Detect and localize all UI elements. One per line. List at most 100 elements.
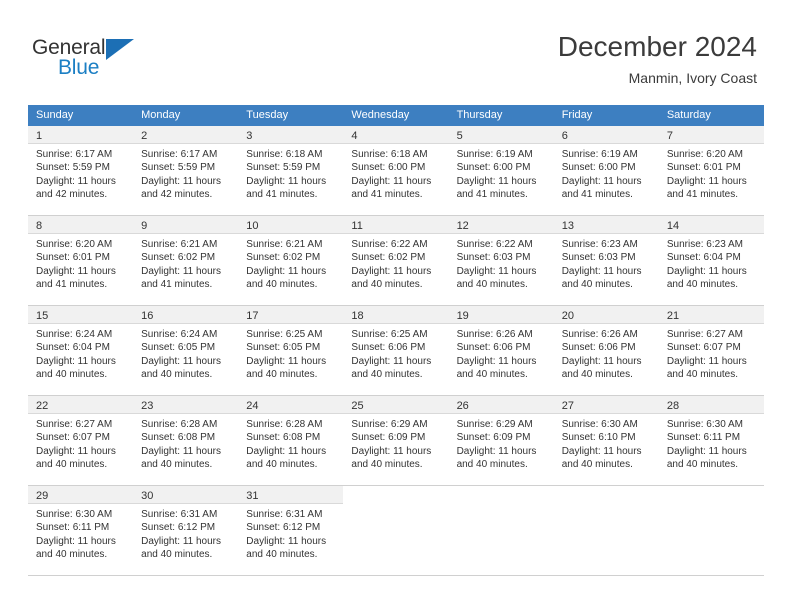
week-row: 15 Sunrise: 6:24 AM Sunset: 6:04 PM Dayl… bbox=[28, 306, 764, 396]
day-number: 11 bbox=[351, 220, 363, 232]
day-cell[interactable]: 28 Sunrise: 6:30 AM Sunset: 6:11 PM Dayl… bbox=[658, 396, 764, 485]
daylight-text-line2: and 40 minutes. bbox=[36, 549, 108, 561]
day-info: Sunrise: 6:17 AM Sunset: 5:59 PM Dayligh… bbox=[133, 144, 238, 202]
sunrise-text: Sunrise: 6:24 AM bbox=[36, 329, 113, 340]
day-number-band: 28 bbox=[658, 396, 764, 414]
daylight-text-line1: Daylight: 11 hours bbox=[666, 355, 747, 367]
daylight-text-line2: and 41 minutes. bbox=[36, 279, 108, 291]
sunset-text: Sunset: 6:00 PM bbox=[351, 162, 426, 174]
day-cell[interactable]: 19 Sunrise: 6:26 AM Sunset: 6:06 PM Dayl… bbox=[448, 306, 554, 395]
daylight-text-line1: Daylight: 11 hours bbox=[246, 175, 327, 187]
day-number-band bbox=[343, 486, 449, 504]
day-number-band: 26 bbox=[448, 396, 554, 414]
day-number: 30 bbox=[141, 490, 154, 502]
day-cell[interactable]: 3 Sunrise: 6:18 AM Sunset: 5:59 PM Dayli… bbox=[238, 126, 344, 215]
day-cell[interactable]: 9 Sunrise: 6:21 AM Sunset: 6:02 PM Dayli… bbox=[133, 216, 239, 305]
day-cell[interactable]: 25 Sunrise: 6:29 AM Sunset: 6:09 PM Dayl… bbox=[343, 396, 449, 485]
sunrise-text: Sunrise: 6:30 AM bbox=[666, 419, 743, 430]
sunset-text: Sunset: 6:08 PM bbox=[141, 432, 216, 444]
day-cell[interactable]: 6 Sunrise: 6:19 AM Sunset: 6:00 PM Dayli… bbox=[553, 126, 659, 215]
sunset-text: Sunset: 6:03 PM bbox=[561, 252, 636, 264]
day-info: Sunrise: 6:20 AM Sunset: 6:01 PM Dayligh… bbox=[28, 234, 133, 292]
sunrise-text: Sunrise: 6:29 AM bbox=[456, 419, 533, 430]
day-cell[interactable]: 20 Sunrise: 6:26 AM Sunset: 6:06 PM Dayl… bbox=[553, 306, 659, 395]
day-info: Sunrise: 6:28 AM Sunset: 6:08 PM Dayligh… bbox=[133, 414, 238, 472]
day-number-band: 30 bbox=[133, 486, 239, 504]
daylight-text-line1: Daylight: 11 hours bbox=[36, 175, 116, 187]
day-number: 19 bbox=[456, 310, 469, 322]
day-number: 7 bbox=[666, 130, 673, 142]
day-cell[interactable]: 2 Sunrise: 6:17 AM Sunset: 5:59 PM Dayli… bbox=[133, 126, 239, 215]
day-number: 10 bbox=[246, 220, 259, 232]
daylight-text-line1: Daylight: 11 hours bbox=[456, 265, 537, 277]
sunset-text: Sunset: 6:07 PM bbox=[666, 342, 741, 354]
day-info: Sunrise: 6:27 AM Sunset: 6:07 PM Dayligh… bbox=[28, 414, 133, 472]
day-number-band: 7 bbox=[658, 126, 764, 144]
daylight-text-line2: and 40 minutes. bbox=[666, 369, 739, 381]
sunrise-text: Sunrise: 6:17 AM bbox=[36, 149, 113, 160]
week-row: 29 Sunrise: 6:30 AM Sunset: 6:11 PM Dayl… bbox=[28, 486, 764, 576]
daylight-text-line2: and 40 minutes. bbox=[561, 459, 633, 471]
day-cell[interactable]: 12 Sunrise: 6:22 AM Sunset: 6:03 PM Dayl… bbox=[448, 216, 554, 305]
page-title: December 2024 bbox=[557, 31, 757, 62]
daylight-text-line2: and 40 minutes. bbox=[561, 279, 633, 291]
daylight-text-line1: Daylight: 11 hours bbox=[351, 265, 432, 277]
day-info: Sunrise: 6:26 AM Sunset: 6:06 PM Dayligh… bbox=[554, 324, 659, 382]
day-cell[interactable]: 24 Sunrise: 6:28 AM Sunset: 6:08 PM Dayl… bbox=[238, 396, 344, 485]
sunrise-text: Sunrise: 6:23 AM bbox=[666, 239, 743, 250]
day-number: 4 bbox=[351, 130, 358, 142]
sunrise-text: Sunrise: 6:18 AM bbox=[351, 149, 428, 160]
daylight-text-line1: Daylight: 11 hours bbox=[246, 445, 327, 457]
day-cell[interactable]: 10 Sunrise: 6:21 AM Sunset: 6:02 PM Dayl… bbox=[238, 216, 344, 305]
day-number-band: 18 bbox=[343, 306, 449, 324]
sunset-text: Sunset: 6:01 PM bbox=[666, 162, 741, 174]
daylight-text-line2: and 41 minutes. bbox=[141, 279, 213, 291]
weekday-header-tuesday: Tuesday bbox=[246, 109, 289, 121]
day-number: 17 bbox=[246, 310, 259, 322]
day-info: Sunrise: 6:29 AM Sunset: 6:09 PM Dayligh… bbox=[449, 414, 554, 472]
day-cell[interactable]: 17 Sunrise: 6:25 AM Sunset: 6:05 PM Dayl… bbox=[238, 306, 344, 395]
day-cell[interactable]: 4 Sunrise: 6:18 AM Sunset: 6:00 PM Dayli… bbox=[343, 126, 449, 215]
daylight-text-line1: Daylight: 11 hours bbox=[36, 265, 116, 277]
day-cell[interactable]: 22 Sunrise: 6:27 AM Sunset: 6:07 PM Dayl… bbox=[28, 396, 134, 485]
day-cell[interactable]: 23 Sunrise: 6:28 AM Sunset: 6:08 PM Dayl… bbox=[133, 396, 239, 485]
daylight-text-line1: Daylight: 11 hours bbox=[561, 175, 642, 187]
day-number: 2 bbox=[141, 130, 148, 142]
day-cell[interactable]: 30 Sunrise: 6:31 AM Sunset: 6:12 PM Dayl… bbox=[133, 486, 239, 575]
daylight-text-line2: and 41 minutes. bbox=[456, 189, 528, 201]
day-number: 8 bbox=[36, 220, 43, 232]
sunset-text: Sunset: 6:03 PM bbox=[456, 252, 531, 264]
daylight-text-line1: Daylight: 11 hours bbox=[36, 535, 116, 547]
day-cell[interactable]: 21 Sunrise: 6:27 AM Sunset: 6:07 PM Dayl… bbox=[658, 306, 764, 395]
day-number-band: 31 bbox=[238, 486, 344, 504]
day-cell[interactable]: 1 Sunrise: 6:17 AM Sunset: 5:59 PM Dayli… bbox=[28, 126, 134, 215]
day-info: Sunrise: 6:19 AM Sunset: 6:00 PM Dayligh… bbox=[449, 144, 554, 202]
day-cell[interactable]: 29 Sunrise: 6:30 AM Sunset: 6:11 PM Dayl… bbox=[28, 486, 134, 575]
day-cell[interactable]: 13 Sunrise: 6:23 AM Sunset: 6:03 PM Dayl… bbox=[553, 216, 659, 305]
daylight-text-line1: Daylight: 11 hours bbox=[456, 445, 537, 457]
daylight-text-line2: and 40 minutes. bbox=[666, 459, 739, 471]
day-cell[interactable]: 18 Sunrise: 6:25 AM Sunset: 6:06 PM Dayl… bbox=[343, 306, 449, 395]
day-cell[interactable]: 15 Sunrise: 6:24 AM Sunset: 6:04 PM Dayl… bbox=[28, 306, 134, 395]
day-cell[interactable]: 11 Sunrise: 6:22 AM Sunset: 6:02 PM Dayl… bbox=[343, 216, 449, 305]
day-number-band: 4 bbox=[343, 126, 449, 144]
daylight-text-line1: Daylight: 11 hours bbox=[561, 265, 642, 277]
general-blue-logo[interactable]: General Blue bbox=[32, 36, 152, 84]
day-cell[interactable]: 16 Sunrise: 6:24 AM Sunset: 6:05 PM Dayl… bbox=[133, 306, 239, 395]
day-cell[interactable]: 8 Sunrise: 6:20 AM Sunset: 6:01 PM Dayli… bbox=[28, 216, 134, 305]
daylight-text-line2: and 40 minutes. bbox=[351, 369, 423, 381]
sunset-text: Sunset: 6:10 PM bbox=[561, 432, 636, 444]
day-cell[interactable]: 14 Sunrise: 6:23 AM Sunset: 6:04 PM Dayl… bbox=[658, 216, 764, 305]
day-cell[interactable]: 7 Sunrise: 6:20 AM Sunset: 6:01 PM Dayli… bbox=[658, 126, 764, 215]
weekday-header-friday: Friday bbox=[561, 109, 593, 121]
day-number-band: 23 bbox=[133, 396, 239, 414]
day-cell[interactable]: 5 Sunrise: 6:19 AM Sunset: 6:00 PM Dayli… bbox=[448, 126, 554, 215]
day-number-band: 21 bbox=[658, 306, 764, 324]
daylight-text-line2: and 40 minutes. bbox=[561, 369, 633, 381]
day-number: 6 bbox=[561, 130, 568, 142]
day-cell[interactable]: 27 Sunrise: 6:30 AM Sunset: 6:10 PM Dayl… bbox=[553, 396, 659, 485]
day-info: Sunrise: 6:31 AM Sunset: 6:12 PM Dayligh… bbox=[133, 504, 238, 562]
day-cell[interactable]: 26 Sunrise: 6:29 AM Sunset: 6:09 PM Dayl… bbox=[448, 396, 554, 485]
day-cell[interactable]: 31 Sunrise: 6:31 AM Sunset: 6:12 PM Dayl… bbox=[238, 486, 344, 575]
day-number-band: 14 bbox=[658, 216, 764, 234]
